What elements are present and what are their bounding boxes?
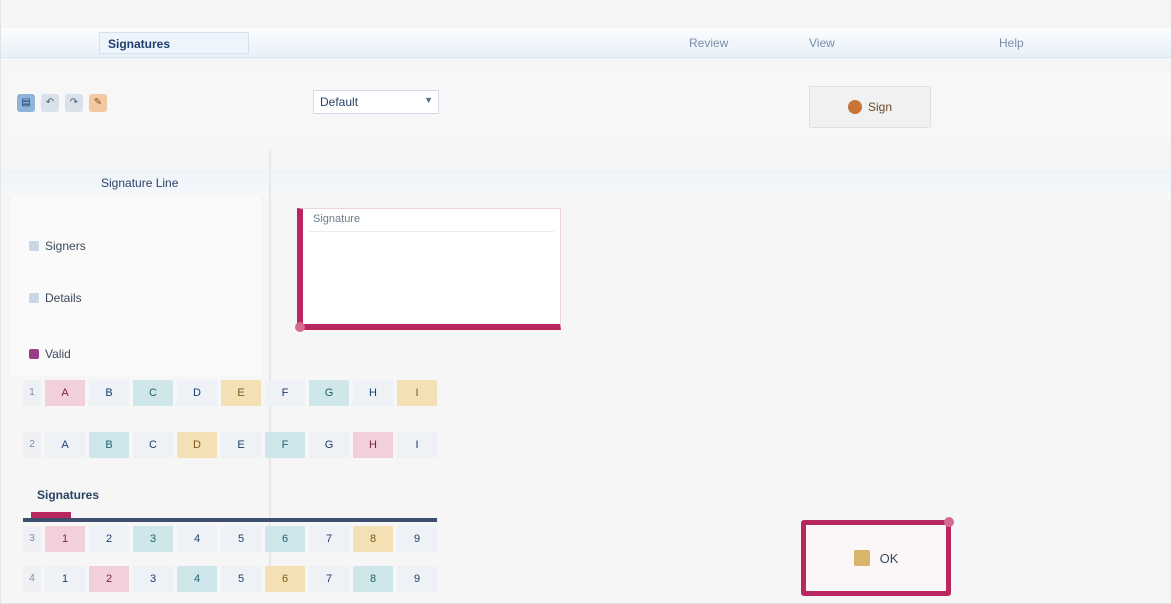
undo-icon[interactable]: ↶ <box>41 94 59 112</box>
tab-help[interactable]: Help <box>991 32 1032 54</box>
signers-icon <box>29 241 39 251</box>
format-icon[interactable]: ✎ <box>89 94 107 112</box>
highlight-marker <box>944 517 954 527</box>
table-cell[interactable]: 9 <box>397 526 437 552</box>
chevron-down-icon: ▼ <box>424 95 433 105</box>
left-panel: Signers Details Valid <box>11 196 261 376</box>
table-cell[interactable]: D <box>177 380 217 406</box>
table-cell[interactable]: D <box>177 432 217 458</box>
signature-box-label: Signature <box>313 213 361 225</box>
name-box[interactable]: Signature Line <box>97 174 333 194</box>
table-cell[interactable]: 2 <box>89 526 129 552</box>
tab-view[interactable]: View <box>801 32 843 54</box>
table-cell[interactable]: 7 <box>309 526 349 552</box>
signature-area[interactable] <box>309 231 554 318</box>
toolbar: ▤ ↶ ↷ ✎ <box>1 70 1171 140</box>
table-cell[interactable]: F <box>265 380 305 406</box>
table-cell[interactable]: 8 <box>353 526 393 552</box>
panel-item-signers[interactable]: Signers <box>29 236 86 256</box>
table-cell[interactable]: 4 <box>177 566 217 592</box>
table-row: A B C D E F G H I <box>23 380 437 406</box>
name-bar: Signature Line <box>1 170 1171 196</box>
table-divider <box>23 518 437 522</box>
table-cell[interactable]: 5 <box>221 526 261 552</box>
table-cell[interactable]: 6 <box>265 526 305 552</box>
style-combo-value: Default <box>320 95 359 109</box>
table-cell[interactable]: 1 <box>45 566 85 592</box>
table-cell[interactable]: F <box>265 432 305 458</box>
sign-button[interactable]: Sign <box>809 86 931 128</box>
tab-review[interactable]: Review <box>681 32 736 54</box>
panel-item-label: Valid <box>45 347 71 361</box>
table-cell[interactable]: 5 <box>221 566 261 592</box>
table-cell[interactable]: H <box>353 432 393 458</box>
table-cell[interactable]: H <box>353 380 393 406</box>
table-row: A B C D E F G H I <box>23 432 437 458</box>
table-cell[interactable]: B <box>89 432 129 458</box>
panel-item-label: Signers <box>45 239 86 253</box>
valid-icon <box>29 349 39 359</box>
table-cell[interactable]: I <box>397 432 437 458</box>
sign-button-label: Sign <box>867 100 893 114</box>
panel-item-valid[interactable]: Valid <box>29 344 71 364</box>
table-cell[interactable]: 7 <box>309 566 349 592</box>
confirm-icon <box>853 550 870 566</box>
signature-icon <box>847 100 862 114</box>
table-cell[interactable]: G <box>309 432 349 458</box>
table-row: 1 2 3 4 5 6 7 8 9 <box>23 566 437 592</box>
resize-handle[interactable] <box>295 322 305 332</box>
details-icon <box>29 293 39 303</box>
table-cell[interactable]: 6 <box>265 566 305 592</box>
tab-signatures[interactable]: Signatures <box>99 32 249 54</box>
style-combo[interactable]: Default ▼ <box>313 90 439 114</box>
table-cell[interactable]: 2 <box>89 566 129 592</box>
table-cell[interactable]: 4 <box>177 526 217 552</box>
panel-item-details[interactable]: Details <box>29 288 82 308</box>
app-window: Signatures Review View Help ▤ ↶ ↷ ✎ Defa… <box>0 0 1171 604</box>
table-cell[interactable]: C <box>133 432 173 458</box>
table-cell[interactable]: 3 <box>133 526 173 552</box>
table-cell[interactable]: A <box>45 380 85 406</box>
signature-line-box[interactable]: Signature <box>295 208 561 332</box>
table-cell[interactable]: 1 <box>45 526 85 552</box>
quick-access-toolbar: ▤ ↶ ↷ ✎ <box>17 92 107 114</box>
signature-grid: 1 A B C D E F G H I 2 A B C D E F G H I … <box>23 380 437 604</box>
ok-button[interactable]: OK <box>801 517 954 596</box>
table-cell[interactable]: C <box>133 380 173 406</box>
ok-button-label: OK <box>879 550 899 566</box>
table-cell[interactable]: 3 <box>133 566 173 592</box>
table-cell[interactable]: B <box>89 380 129 406</box>
table-cell[interactable]: I <box>397 380 437 406</box>
table-row: 1 2 3 4 5 6 7 8 9 <box>23 526 437 552</box>
redo-icon[interactable]: ↷ <box>65 94 83 112</box>
table-cell[interactable]: G <box>309 380 349 406</box>
panel-item-label: Details <box>45 291 82 305</box>
table-cell[interactable]: 9 <box>397 566 437 592</box>
table-cell[interactable]: E <box>221 380 261 406</box>
file-icon[interactable]: ▤ <box>17 94 35 112</box>
ribbon-tab-bar: Signatures Review View Help <box>1 28 1171 58</box>
table-cell[interactable]: 8 <box>353 566 393 592</box>
table-cell[interactable]: A <box>45 432 85 458</box>
section-title: Signatures <box>37 488 100 502</box>
table-cell[interactable]: E <box>221 432 261 458</box>
